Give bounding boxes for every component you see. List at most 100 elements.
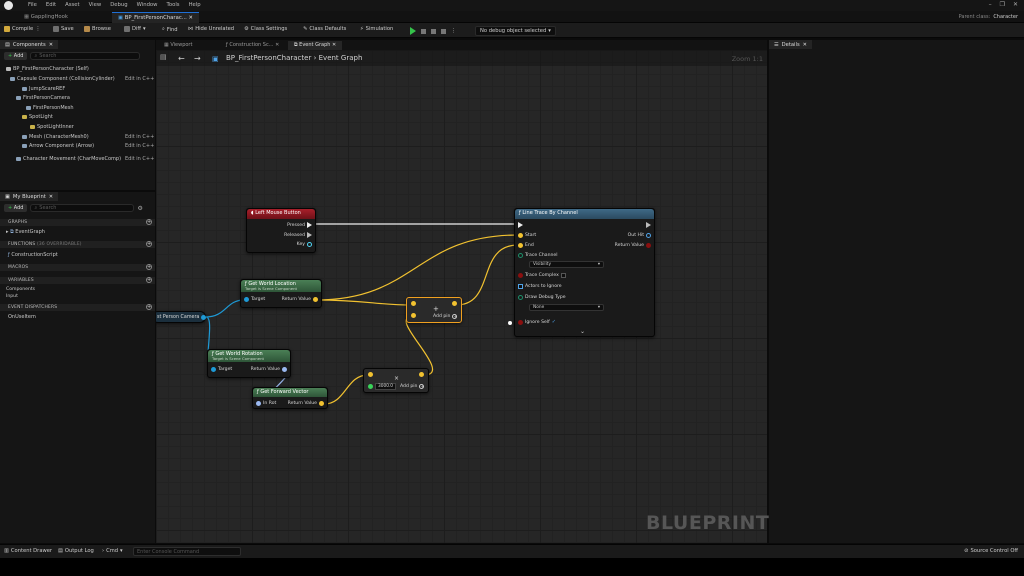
hide-unrelated-button[interactable]: ⋈ Hide Unrelated [188,26,234,32]
pin-a[interactable] [368,372,373,377]
component-item[interactable]: Arrow Component (Arrow) [22,143,94,149]
debug-object-dropdown[interactable]: No debug object selected ▾ [475,26,556,36]
menu-help[interactable]: Help [189,2,201,8]
pin-return-value[interactable]: Return Value [288,401,324,406]
pin-start[interactable]: Start [518,233,536,238]
variable-category[interactable]: Components [6,287,35,292]
tab-viewport[interactable]: ▦ Viewport [158,41,198,50]
add-graph-icon[interactable]: + [146,219,152,225]
node-get-forward-vector[interactable]: ƒ Get Forward Vector In Rot Return Value [252,387,328,409]
component-item[interactable]: Capsule Component (CollisionCylinder) [10,76,115,82]
pause-icon[interactable] [421,28,426,34]
pin-out-hit[interactable]: Out Hit [628,233,651,238]
pin-target[interactable]: Target [244,297,265,302]
add-pin-button[interactable]: Add pin + [433,314,458,319]
find-button[interactable]: ⌕ Find [162,26,178,33]
tab-gappling-hook[interactable]: ▦ GapplingHook [18,12,74,23]
close-icon[interactable]: ✕ [803,42,807,48]
pin-return-value[interactable]: Return Value [251,367,287,372]
trace-channel-dropdown[interactable]: Visibility ▾ [529,261,604,268]
menu-window[interactable]: Window [137,2,158,8]
menu-view[interactable]: View [89,2,102,8]
node-get-world-location[interactable]: ƒ Get World Location Target is Scene Comp… [240,279,322,308]
edit-in-cpp-link[interactable]: Edit in C++ [125,143,154,149]
menu-asset[interactable]: Asset [65,2,79,8]
menu-file[interactable]: File [28,2,37,8]
close-icon[interactable]: ✕ [1013,1,1018,8]
output-log-button[interactable]: ▤ Output Log [58,548,94,554]
add-pin-button[interactable]: Add pin + [400,384,425,389]
menu-debug[interactable]: Debug [110,2,127,8]
pin-draw-debug-type[interactable]: Draw Debug Type [518,295,566,300]
node-left-mouse-button[interactable]: ◖ Left Mouse Button Pressed Released Key [246,208,316,253]
content-drawer-button[interactable]: ▥ Content Drawer [4,548,52,554]
stop-icon[interactable] [431,28,436,34]
graph-item[interactable]: ▸ ⧉ EventGraph [6,229,45,235]
details-tab[interactable]: ☰ Details ✕ [769,40,812,49]
function-item[interactable]: ƒ ConstructionScript [8,252,58,258]
component-item[interactable]: Character Movement (CharMoveComp) [16,156,121,162]
add-macro-icon[interactable]: + [146,264,152,270]
components-tab[interactable]: ▤ Components ✕ [0,40,59,49]
component-item[interactable]: FirstPersonCamera [16,95,70,101]
close-tab-icon[interactable]: ✕ [187,15,193,21]
component-item[interactable]: Mesh (CharacterMesh0) [22,134,89,140]
pin-end[interactable]: End [518,243,534,248]
node-line-trace-by-channel[interactable]: ƒ Line Trace By Channel Start End Out Hi… [514,208,655,337]
add-variable-icon[interactable]: + [146,277,152,283]
pin-trace-complex[interactable]: Trace Complex [518,273,566,278]
close-icon[interactable]: ✕ [49,194,53,200]
compile-button[interactable]: Compile ⋮ [4,26,40,32]
add-component-button[interactable]: + Add [4,52,28,60]
pin-return-value[interactable]: Return Value [615,243,651,248]
save-button[interactable]: Save [53,26,74,32]
variable-category[interactable]: Input [6,294,18,299]
pin-in-rot[interactable]: In Rot [256,401,276,406]
parent-class-value[interactable]: Character [993,14,1018,20]
macros-section[interactable]: MACROS + [0,264,155,271]
forward-arrow-icon[interactable]: → [194,54,201,63]
event-graph-canvas[interactable]: ◖ Left Mouse Button Pressed Released Key… [156,50,767,543]
draw-debug-type-dropdown[interactable]: None ▾ [529,304,604,311]
pin-actors-to-ignore[interactable]: Actors to Ignore [518,284,562,289]
node-get-world-rotation[interactable]: ƒ Get World Rotation Target is Scene Comp… [207,349,291,378]
cmd-dropdown[interactable]: › Cmd ▾ [102,548,123,554]
node-add-vectors[interactable]: + Add pin + [406,297,462,323]
pin-result[interactable] [452,301,457,306]
menu-edit[interactable]: Edit [46,2,56,8]
close-icon[interactable]: ✕ [273,42,279,48]
add-function-icon[interactable]: + [146,241,152,247]
component-item[interactable]: JumpScareREF [22,86,65,92]
back-arrow-icon[interactable]: ← [178,54,185,63]
component-item[interactable]: FirstPersonMesh [26,105,74,111]
class-settings-button[interactable]: ⚙ Class Settings [244,26,287,32]
variables-section[interactable]: VARIABLES + [0,277,155,284]
close-icon[interactable]: ✕ [49,42,53,48]
restore-icon[interactable]: ❐ [1000,1,1005,8]
pin-exec-out[interactable] [646,222,651,228]
pin-b[interactable] [411,313,416,318]
simulation-button[interactable]: ⚡ Simulation [360,26,393,32]
component-item[interactable]: SpotLight [22,114,53,120]
menu-tools[interactable]: Tools [167,2,180,8]
pin-return-value[interactable]: Return Value [282,297,318,302]
components-search-input[interactable]: ⌕ Search [30,52,141,60]
tab-construction-script[interactable]: ƒ Construction Sc... ✕ [220,41,285,50]
node-multiply[interactable]: × 3000.0 Add pin + [363,368,429,393]
multiplier-value-field[interactable]: 3000.0 [375,383,397,390]
dispatcher-item[interactable]: OnUseItem [8,314,36,320]
pin-exec-in[interactable] [518,222,523,228]
pin-result[interactable] [419,372,424,377]
graph-menu-icon[interactable]: ▤ [160,53,167,61]
pin-pressed[interactable]: Pressed [287,222,312,228]
pin-ignore-self[interactable]: Ignore Self ✓ [518,319,556,325]
close-icon[interactable]: ✕ [330,42,336,48]
pin-target[interactable]: Target [211,367,232,372]
class-defaults-button[interactable]: ✎ Class Defaults [303,26,346,32]
edit-in-cpp-link[interactable]: Edit in C++ [125,134,154,140]
my-blueprint-tab[interactable]: ▣ My Blueprint ✕ [0,192,59,201]
tab-event-graph[interactable]: ⧉ Event Graph ✕ [288,41,343,50]
graphs-section[interactable]: GRAPHS + [0,219,155,226]
diff-button[interactable]: Diff ▾ [124,26,146,32]
expand-chevron-icon[interactable]: ⌄ [580,328,585,335]
